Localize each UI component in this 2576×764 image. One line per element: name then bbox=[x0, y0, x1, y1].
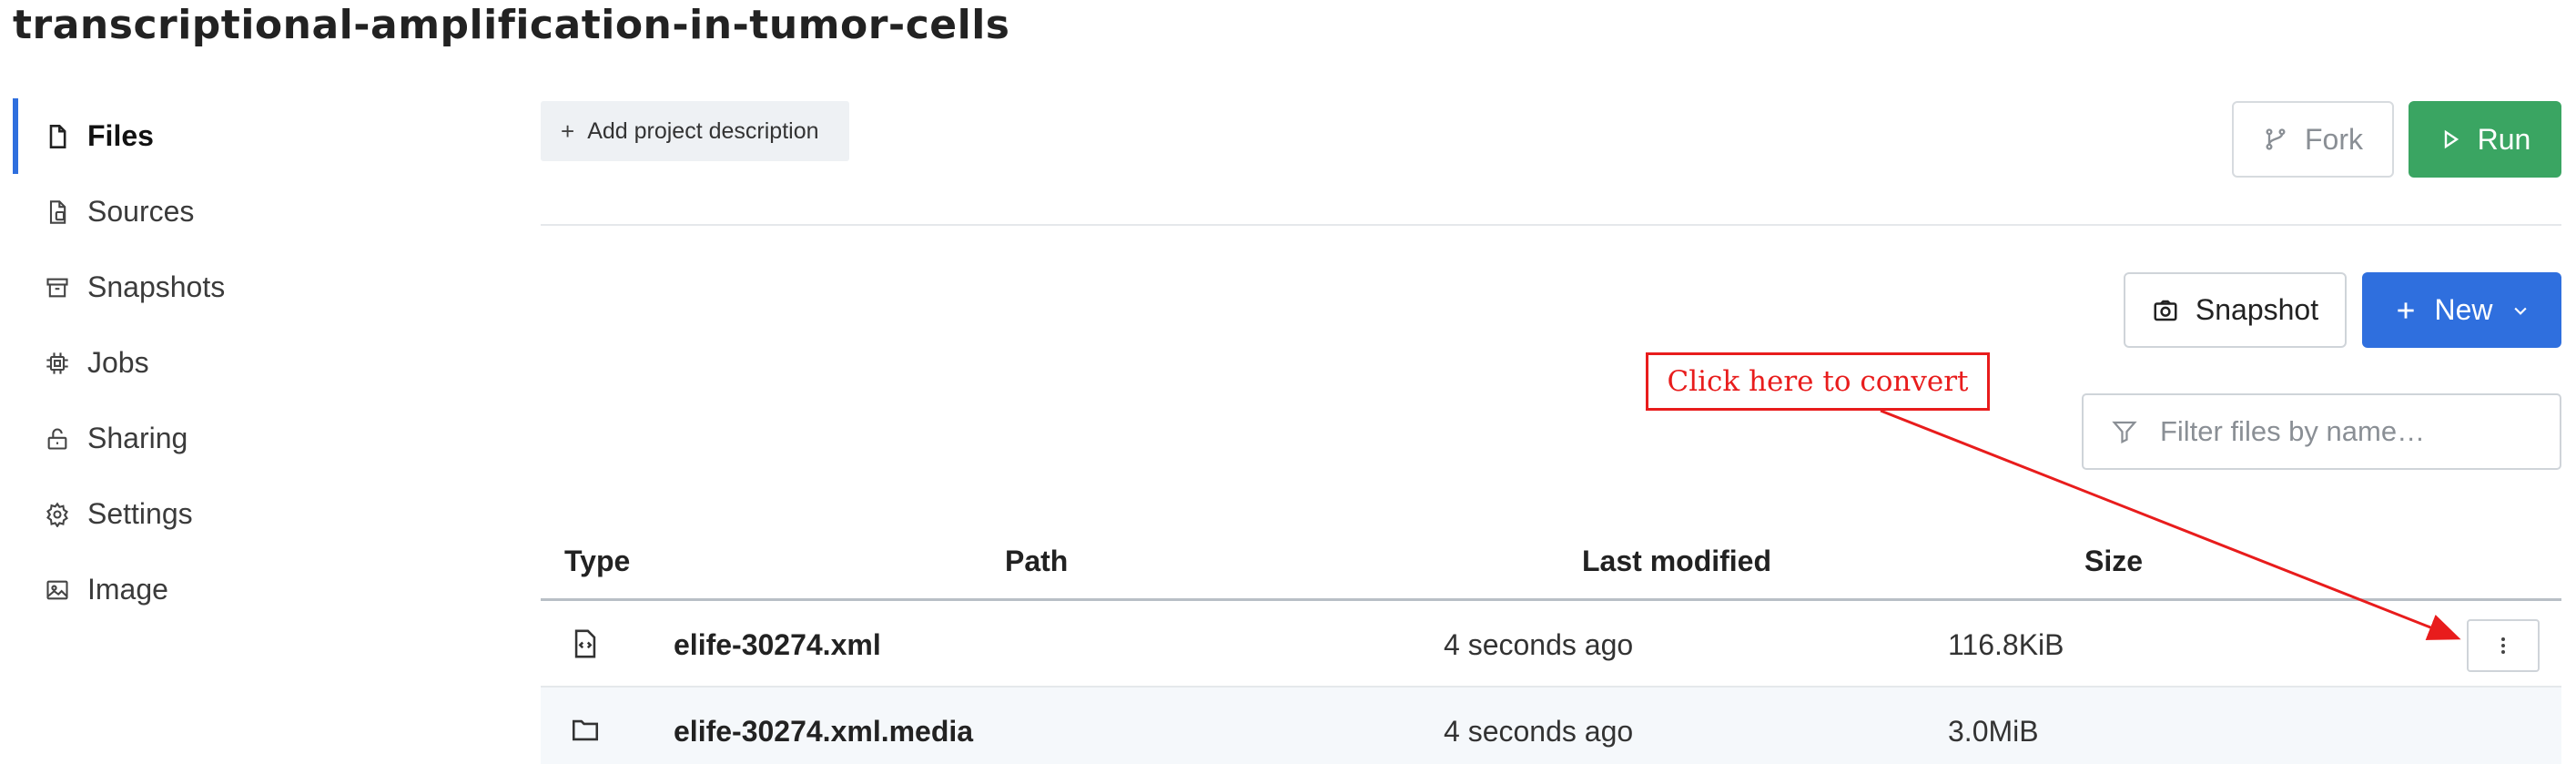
sidebar-item-label: Image bbox=[87, 573, 168, 606]
divider bbox=[541, 224, 2561, 226]
sidebar-item-label: Snapshots bbox=[87, 270, 226, 303]
file-path[interactable]: elife-30274.xml bbox=[674, 628, 881, 662]
filter-input[interactable] bbox=[2159, 415, 2560, 448]
plus-icon: + bbox=[561, 117, 575, 145]
plus-icon bbox=[2398, 301, 2415, 319]
annotation-callout: Click here to convert bbox=[1646, 352, 1990, 411]
sidebar-item-snapshots[interactable]: Snapshots bbox=[13, 250, 468, 325]
header-last-modified: Last modified bbox=[1582, 545, 1772, 577]
sidebar-item-label: Sources bbox=[87, 195, 195, 228]
sidebar-item-label: Settings bbox=[87, 497, 193, 530]
sidebar-item-settings[interactable]: Settings bbox=[13, 476, 468, 552]
lock-open-icon bbox=[44, 425, 71, 453]
cpu-chip-icon bbox=[44, 350, 71, 377]
file-icon bbox=[44, 123, 71, 150]
table-row[interactable]: elife-30274.xml 4 seconds ago 116.8KiB bbox=[541, 601, 2561, 688]
gear-icon bbox=[44, 501, 71, 528]
sidebar-item-sources[interactable]: Sources bbox=[13, 174, 468, 250]
snapshot-button[interactable]: Snapshot bbox=[2124, 272, 2347, 348]
run-label: Run bbox=[2477, 122, 2531, 156]
source-file-icon bbox=[44, 199, 71, 226]
archive-icon bbox=[44, 274, 71, 301]
chevron-down-icon bbox=[2513, 307, 2527, 315]
sidebar-item-sharing[interactable]: Sharing bbox=[13, 401, 468, 476]
file-last-modified: 4 seconds ago bbox=[1444, 715, 1634, 748]
folder-icon bbox=[570, 715, 601, 746]
header-type: Type bbox=[564, 545, 631, 577]
main-content: + Add project description Fork Run Snaps… bbox=[541, 98, 2561, 764]
sidebar-item-label: Jobs bbox=[87, 346, 149, 379]
code-file-icon bbox=[570, 628, 601, 659]
file-last-modified: 4 seconds ago bbox=[1444, 628, 1634, 661]
sidebar: Files Sources Snapshots Jobs Sharing Set… bbox=[13, 98, 468, 627]
run-button[interactable]: Run bbox=[2409, 101, 2561, 178]
file-size: 3.0MiB bbox=[1948, 715, 2039, 748]
camera-icon bbox=[2154, 300, 2177, 321]
sidebar-item-files[interactable]: Files bbox=[13, 98, 468, 174]
row-menu-button[interactable] bbox=[2467, 619, 2540, 672]
snapshot-label: Snapshot bbox=[2195, 293, 2319, 326]
table-row[interactable]: elife-30274.xml.media 4 seconds ago 3.0M… bbox=[541, 688, 2561, 764]
sidebar-item-label: Files bbox=[87, 119, 154, 152]
fork-icon bbox=[2266, 128, 2286, 150]
table-header: Type Path Last modified Size bbox=[541, 525, 2561, 601]
sidebar-item-image[interactable]: Image bbox=[13, 552, 468, 627]
fork-button[interactable]: Fork bbox=[2232, 101, 2394, 178]
fork-label: Fork bbox=[2305, 122, 2363, 156]
file-path[interactable]: elife-30274.xml.media bbox=[674, 715, 973, 749]
project-title: transcriptional-amplification-in-tumor-c… bbox=[13, 2, 1010, 48]
sidebar-item-jobs[interactable]: Jobs bbox=[13, 325, 468, 401]
header-size: Size bbox=[2084, 545, 2144, 577]
image-icon bbox=[44, 576, 71, 604]
sidebar-item-label: Sharing bbox=[87, 422, 188, 454]
add-description-label: Add project description bbox=[587, 117, 819, 144]
add-description-button[interactable]: + Add project description bbox=[541, 101, 849, 161]
play-icon bbox=[2444, 129, 2459, 149]
more-vertical-icon bbox=[2501, 637, 2505, 654]
file-size: 116.8KiB bbox=[1948, 628, 2064, 661]
new-button[interactable]: New bbox=[2362, 272, 2561, 348]
new-label: New bbox=[2434, 293, 2493, 326]
filter-icon bbox=[2112, 421, 2137, 444]
files-table: Type Path Last modified Size elife-30274… bbox=[541, 525, 2561, 764]
filter-field[interactable] bbox=[2082, 393, 2561, 470]
header-path: Path bbox=[1005, 545, 1069, 577]
